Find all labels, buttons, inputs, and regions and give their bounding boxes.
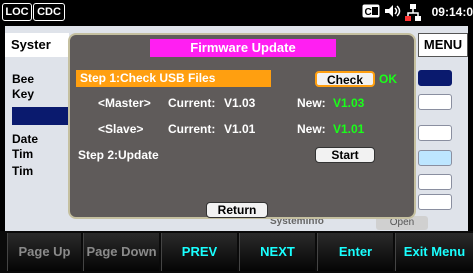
check-status: OK xyxy=(379,72,397,86)
slave-new-version: V1.01 xyxy=(333,122,365,136)
slave-new-label: New: xyxy=(297,122,326,136)
check-button[interactable]: Check xyxy=(315,71,375,87)
master-label: <Master> xyxy=(98,96,151,110)
slave-current-version: V1.01 xyxy=(224,122,256,136)
selected-row-highlight xyxy=(12,107,68,125)
firmware-update-dialog: Firmware Update Step 1:Check USB Files C… xyxy=(68,33,416,219)
return-button[interactable]: Return xyxy=(206,202,268,218)
enter-softkey[interactable]: Enter xyxy=(317,233,393,271)
master-current-label: Current: xyxy=(168,96,216,110)
slave-current-label: Current: xyxy=(168,122,216,136)
next-softkey[interactable]: NEXT xyxy=(239,233,315,271)
key-control[interactable] xyxy=(418,94,452,110)
key-label: Key xyxy=(12,87,35,101)
time-zone-control[interactable] xyxy=(418,174,452,190)
master-new-version: V1.03 xyxy=(333,96,365,110)
cdc-mode-badge: CDC xyxy=(33,3,65,21)
beep-label: Bee xyxy=(12,72,35,86)
time-label-2: Tim xyxy=(12,164,34,178)
time-label-1: Tim xyxy=(12,147,34,161)
extra-control[interactable] xyxy=(418,194,452,210)
time-control[interactable] xyxy=(418,150,452,166)
page-down-softkey[interactable]: Page Down xyxy=(83,233,159,271)
speaker-icon xyxy=(384,4,402,23)
step1-label: Step 1:Check USB Files xyxy=(76,70,271,87)
master-current-version: V1.03 xyxy=(224,96,256,110)
page-up-softkey[interactable]: Page Up xyxy=(7,233,81,271)
menu-button[interactable]: MENU xyxy=(418,33,468,57)
svg-text:C: C xyxy=(365,7,372,18)
beep-control[interactable] xyxy=(418,70,452,86)
tab-system[interactable]: Syster xyxy=(5,33,69,57)
ce-icon: C xyxy=(362,4,380,23)
clock-time: 09:14:0 xyxy=(431,5,473,19)
prev-softkey[interactable]: PREV xyxy=(161,233,237,271)
status-bar xyxy=(0,0,473,24)
start-button[interactable]: Start xyxy=(315,147,375,163)
slave-label: <Slave> xyxy=(98,122,144,136)
exit-menu-softkey[interactable]: Exit Menu xyxy=(395,233,473,271)
step2-label: Step 2:Update xyxy=(78,148,159,162)
dialog-title: Firmware Update xyxy=(150,39,336,57)
master-new-label: New: xyxy=(297,96,326,110)
date-control[interactable] xyxy=(418,125,452,141)
date-label: Date xyxy=(12,132,39,146)
loc-mode-badge: LOC xyxy=(2,3,32,21)
network-icon xyxy=(405,4,421,27)
